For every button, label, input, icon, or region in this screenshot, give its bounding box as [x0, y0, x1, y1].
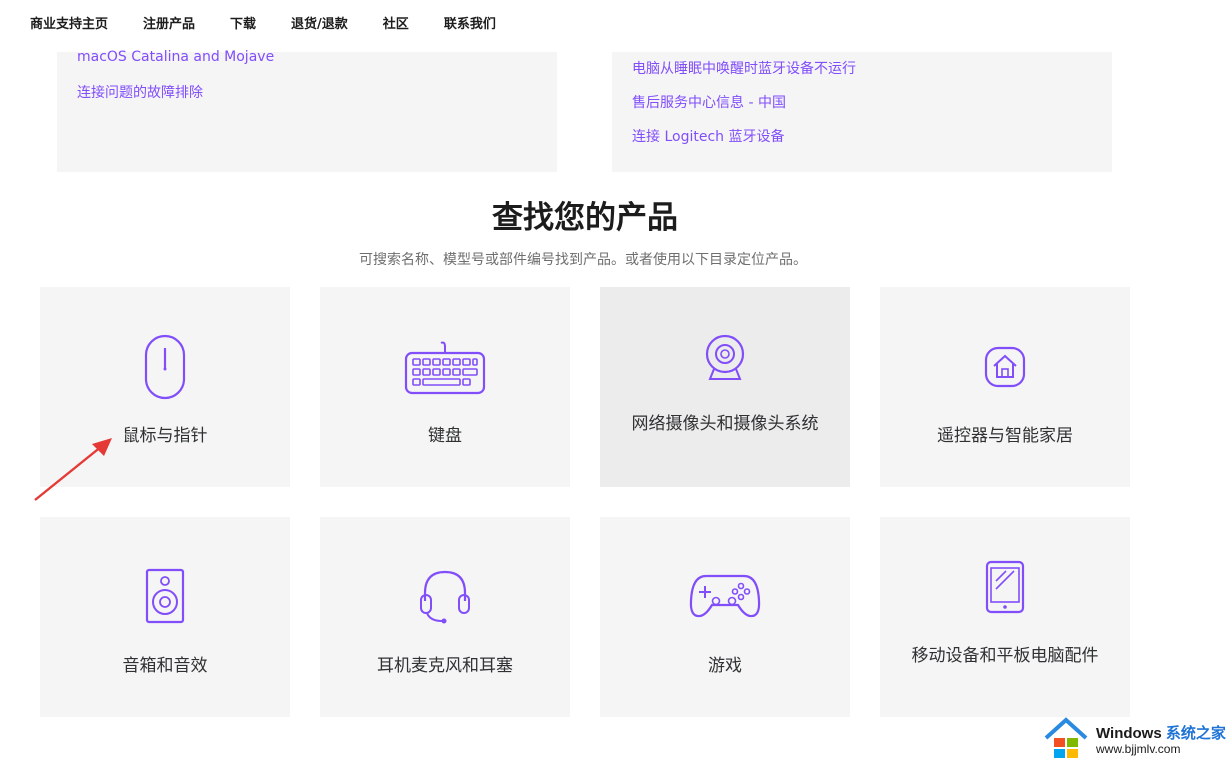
category-card-tablet[interactable]: 移动设备和平板电脑配件	[880, 517, 1130, 717]
mouse-icon	[144, 334, 186, 400]
category-card-gaming[interactable]: 游戏	[600, 517, 850, 717]
article-link[interactable]: 电脑从睡眠中唤醒时蓝牙设备不运行	[632, 58, 856, 78]
section-title: 查找您的产品	[492, 200, 678, 236]
top-nav: 商业支持主页 注册产品 下载 退货/退款 社区 联系我们	[0, 0, 1231, 44]
article-link[interactable]: macOS Catalina and Mojave	[77, 49, 274, 65]
watermark-url: www.bjjmlv.com	[1096, 742, 1181, 756]
category-card-headset[interactable]: 耳机麦克风和耳塞	[320, 517, 570, 717]
article-link[interactable]: 售后服务中心信息 - 中国	[632, 92, 786, 112]
category-label: 音箱和音效	[122, 656, 208, 676]
nav-contact-us[interactable]: 联系我们	[444, 13, 496, 32]
watermark: Windows 系统之家 www.bjjmlv.com	[1040, 712, 1231, 764]
nav-downloads[interactable]: 下载	[230, 13, 256, 32]
webcam-icon	[705, 334, 745, 380]
nav-community[interactable]: 社区	[383, 13, 409, 32]
nav-register-product[interactable]: 注册产品	[143, 13, 195, 32]
gamepad-icon	[689, 574, 761, 618]
category-label: 耳机麦克风和耳塞	[377, 656, 513, 676]
keyboard-icon	[404, 341, 486, 395]
category-card-smart-home[interactable]: 遥控器与智能家居	[880, 287, 1130, 487]
category-card-keyboard[interactable]: 键盘	[320, 287, 570, 487]
article-panel-left: macOS Catalina and Mojave 连接问题的故障排除	[57, 49, 557, 172]
nav-returns[interactable]: 退货/退款	[291, 13, 348, 32]
article-panel-right: 电脑从睡眠中唤醒时蓝牙设备不运行 售后服务中心信息 - 中国 连接 Logite…	[612, 52, 1112, 172]
speaker-icon	[145, 568, 185, 624]
nav-business-support[interactable]: 商业支持主页	[30, 13, 108, 32]
annotation-arrow-icon	[34, 438, 112, 501]
category-label: 遥控器与智能家居	[937, 426, 1073, 446]
category-card-speaker[interactable]: 音箱和音效	[40, 517, 290, 717]
tablet-icon	[985, 560, 1025, 614]
article-link[interactable]: 连接问题的故障排除	[77, 82, 203, 102]
category-label: 游戏	[708, 656, 742, 676]
windows-logo-icon	[1044, 717, 1088, 758]
headset-icon	[420, 570, 470, 624]
section-subtitle: 可搜索名称、模型号或部件编号找到产品。或者使用以下目录定位产品。	[359, 252, 807, 268]
category-card-webcam[interactable]: 网络摄像头和摄像头系统	[600, 287, 850, 487]
article-link[interactable]: 连接 Logitech 蓝牙设备	[632, 126, 784, 146]
category-label: 移动设备和平板电脑配件	[911, 646, 1099, 666]
category-label: 键盘	[428, 426, 462, 446]
smart-home-icon	[984, 346, 1026, 388]
watermark-title: Windows 系统之家	[1096, 725, 1226, 742]
category-label: 网络摄像头和摄像头系统	[631, 414, 819, 434]
